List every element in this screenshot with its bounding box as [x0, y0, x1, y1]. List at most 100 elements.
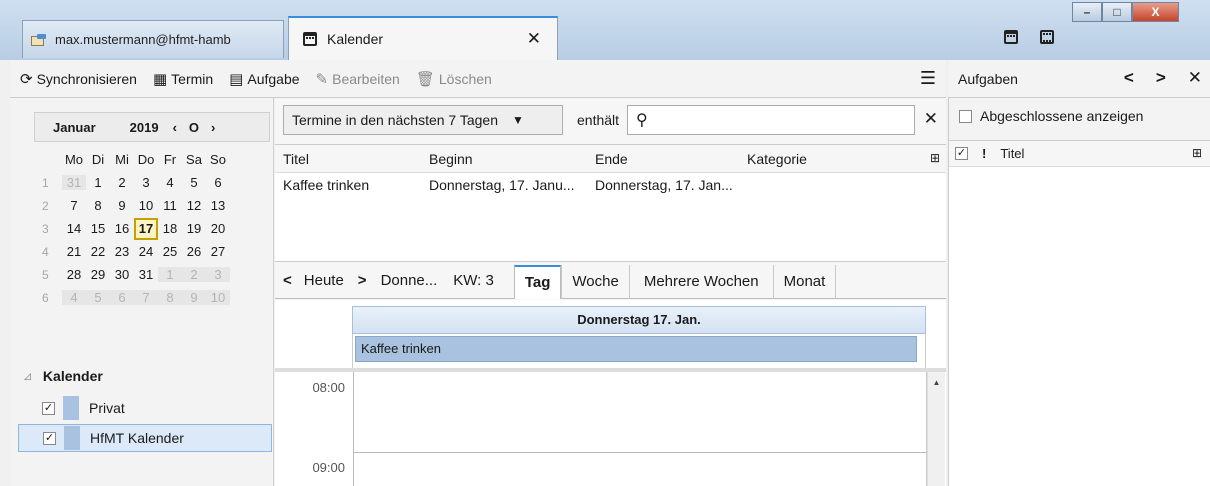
tab-mail[interactable]: max.mustermann@hfmt-hamb	[22, 20, 284, 58]
new-task-button[interactable]: ▤ Aufgabe	[229, 70, 299, 88]
day-cell[interactable]: 1	[86, 175, 110, 190]
column-title[interactable]: Titel	[275, 151, 421, 167]
day-cell[interactable]: 15	[86, 221, 110, 236]
main-toolbar: ⟳ Synchronisieren ▦ Termin ▤ Aufgabe ✎ Bearb…	[10, 60, 946, 98]
tasks-mode-icon[interactable]	[1040, 30, 1054, 44]
day-cell[interactable]: 8	[158, 290, 182, 305]
calendar-checkbox[interactable]: ✓	[42, 401, 55, 415]
year-label[interactable]: 2019	[130, 120, 159, 135]
day-cell[interactable]: 28	[62, 267, 86, 282]
day-cell[interactable]: 29	[86, 267, 110, 282]
tab-calendar[interactable]: Kalender ✕	[288, 16, 558, 60]
close-tab-icon[interactable]: ✕	[527, 29, 541, 49]
tab-week[interactable]: Woche	[561, 264, 628, 299]
today-circle-icon[interactable]: O	[189, 120, 199, 135]
column-end[interactable]: Ende	[587, 151, 739, 167]
day-cell[interactable]: 20	[206, 221, 230, 236]
show-completed-toggle[interactable]: Abgeschlossene anzeigen	[959, 108, 1143, 124]
day-cell[interactable]: 6	[206, 175, 230, 190]
day-view: Donnerstag 17. Jan. Kaffee trinken 08:00…	[275, 300, 946, 486]
day-cell[interactable]: 19	[182, 221, 206, 236]
show-completed-checkbox[interactable]	[959, 109, 972, 123]
scrollbar[interactable]: ▲	[927, 372, 945, 486]
minimize-button[interactable]: –	[1072, 2, 1102, 22]
contains-label: enthält	[577, 112, 620, 128]
day-cell-today[interactable]: 17	[134, 217, 158, 240]
day-cell[interactable]: 31	[62, 175, 86, 190]
column-picker-icon[interactable]: ⊞	[1192, 146, 1202, 160]
sync-button[interactable]: ⟳ Synchronisieren	[20, 70, 137, 88]
completed-column-icon[interactable]: ✓	[955, 147, 968, 160]
day-cell[interactable]: 1	[158, 267, 182, 282]
priority-column-icon[interactable]: !	[982, 146, 986, 161]
calendar-checkbox[interactable]: ✓	[43, 431, 56, 445]
day-cell[interactable]: 4	[158, 175, 182, 190]
column-category[interactable]: Kategorie	[739, 151, 921, 167]
close-pane-icon[interactable]: ✕	[1188, 68, 1202, 88]
all-day-event[interactable]: Kaffee trinken	[355, 336, 917, 362]
calendar-list-heading[interactable]: ◿ Kalender	[24, 368, 103, 384]
view-navigation-bar: < Heute > Donne... KW: 3 Tag Woche Mehre…	[275, 263, 946, 299]
day-cell[interactable]: 26	[182, 244, 206, 259]
day-cell[interactable]: 8	[86, 198, 110, 213]
event-range-select[interactable]: Termine in den nächsten 7 Tagen ▼	[283, 105, 563, 135]
close-filter-icon[interactable]: ✕	[924, 109, 938, 129]
day-cell[interactable]: 24	[134, 244, 158, 259]
next-month-icon[interactable]: ›	[211, 120, 215, 135]
prev-icon[interactable]: <	[1124, 68, 1134, 88]
column-start[interactable]: Beginn	[421, 151, 587, 167]
menu-icon[interactable]: ☰	[920, 68, 936, 89]
day-cell[interactable]: 6	[110, 290, 134, 305]
day-cell[interactable]: 2	[110, 175, 134, 190]
day-cell[interactable]: 22	[86, 244, 110, 259]
prev-month-icon[interactable]: ‹	[173, 120, 177, 135]
tab-month[interactable]: Monat	[772, 264, 837, 299]
maximize-button[interactable]: □	[1102, 2, 1132, 22]
tab-multiweek[interactable]: Mehrere Wochen	[628, 264, 773, 299]
day-cell[interactable]: 27	[206, 244, 230, 259]
day-cell[interactable]: 31	[134, 267, 158, 282]
next-icon[interactable]: >	[1156, 68, 1166, 88]
day-header[interactable]: Donnerstag 17. Jan.	[352, 306, 926, 334]
day-cell[interactable]: 4	[62, 290, 86, 305]
day-cell[interactable]: 2	[182, 267, 206, 282]
day-cell[interactable]: 7	[62, 198, 86, 213]
day-cell[interactable]: 9	[110, 198, 134, 213]
close-window-button[interactable]: X	[1132, 2, 1179, 22]
tab-day[interactable]: Tag	[513, 264, 562, 299]
today-button[interactable]: Heute	[304, 272, 344, 289]
column-picker-icon[interactable]: ⊞	[930, 151, 940, 165]
day-cell[interactable]: 25	[158, 244, 182, 259]
day-cell[interactable]: 18	[158, 221, 182, 236]
day-cell[interactable]: 21	[62, 244, 86, 259]
day-cell[interactable]: 10	[134, 198, 158, 213]
day-cell[interactable]: 7	[134, 290, 158, 305]
day-cell[interactable]: 13	[206, 198, 230, 213]
day-cell[interactable]: 3	[206, 267, 230, 282]
calendar-mode-icon[interactable]	[1004, 30, 1018, 44]
column-title[interactable]: Titel	[1000, 146, 1024, 161]
collapse-triangle-icon[interactable]: ◿	[24, 371, 31, 382]
calendar-item-privat[interactable]: ✓ Privat	[18, 394, 272, 422]
day-cell[interactable]: 9	[182, 290, 206, 305]
day-cell[interactable]: 5	[86, 290, 110, 305]
day-cell[interactable]: 14	[62, 221, 86, 236]
new-event-button[interactable]: ▦ Termin	[153, 70, 213, 88]
next-day-icon[interactable]: >	[358, 272, 367, 289]
search-field[interactable]: ⚲	[627, 105, 916, 135]
day-cell[interactable]: 3	[134, 175, 158, 190]
day-cell[interactable]: 23	[110, 244, 134, 259]
month-label[interactable]: Januar	[53, 120, 96, 135]
day-time-grid[interactable]	[353, 372, 927, 486]
edit-button[interactable]: ✎ Bearbeiten	[316, 70, 400, 88]
calendar-item-hfmt[interactable]: ✓ HfMT Kalender	[18, 424, 272, 452]
day-cell[interactable]: 10	[206, 290, 230, 305]
day-cell[interactable]: 5	[182, 175, 206, 190]
table-row[interactable]: Kaffee trinken Donnerstag, 17. Janu... D…	[275, 173, 946, 197]
day-cell[interactable]: 12	[182, 198, 206, 213]
day-cell[interactable]: 11	[158, 198, 182, 213]
day-cell[interactable]: 30	[110, 267, 134, 282]
day-cell[interactable]: 16	[110, 221, 134, 236]
delete-button[interactable]: 🗑 Löschen	[416, 70, 492, 88]
prev-day-icon[interactable]: <	[283, 272, 292, 289]
